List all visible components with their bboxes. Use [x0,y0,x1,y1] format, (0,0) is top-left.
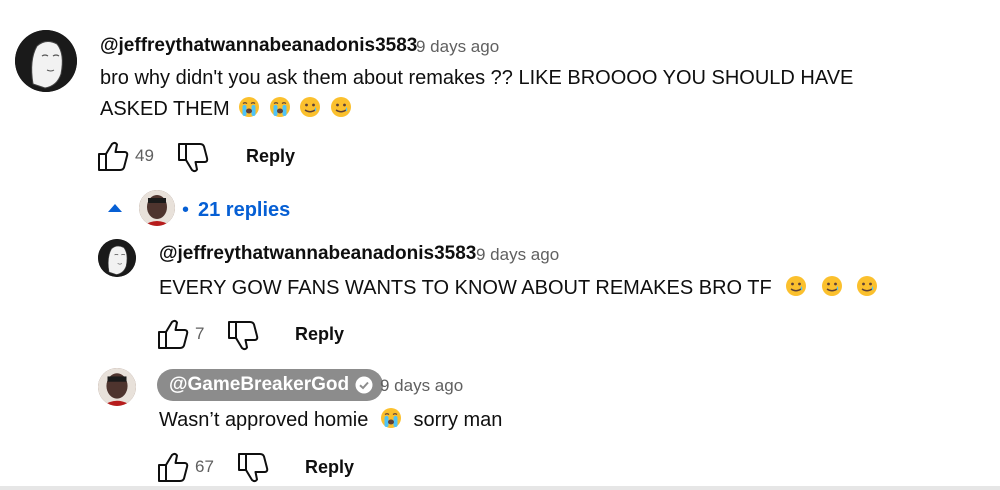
person-avatar-icon [98,368,136,406]
comment-author[interactable]: @jeffreythatwannabeanadonis3583 [100,35,417,57]
wojak-avatar-icon [98,239,136,277]
reply-timestamp[interactable]: 9 days ago [476,245,559,265]
reply-button[interactable]: Reply [295,324,344,345]
smiling-face-with-tear-emoji-icon [299,96,321,118]
separator-dot: • [182,199,190,221]
like-button[interactable] [156,451,190,483]
comment-text-line1: bro why didn't you ask them about remake… [100,67,854,89]
divider [0,486,1000,490]
replies-count-label: 21 replies [198,199,291,221]
dislike-button[interactable] [226,320,260,352]
reply-button[interactable]: Reply [305,457,354,478]
reply-timestamp[interactable]: 9 days ago [380,376,463,396]
like-count: 67 [195,457,214,476]
reply-author[interactable]: @jeffreythatwannabeanadonis3583 [159,243,476,265]
like-button[interactable] [96,140,130,172]
reply-text: Wasn’t approved homie sorry man [159,405,502,436]
reply-author: @GameBreakerGod [169,374,350,395]
smiling-face-with-tear-emoji-icon [821,275,843,297]
verified-check-icon [355,376,373,394]
like-button[interactable] [156,318,190,350]
dislike-button[interactable] [176,142,210,174]
smiling-face-with-tear-emoji-icon [856,275,878,297]
smiling-face-with-tear-emoji-icon [785,275,807,297]
reply-text-content: EVERY GOW FANS WANTS TO KNOW ABOUT REMAK… [159,277,772,299]
collapse-caret-icon [108,204,122,212]
dislike-button[interactable] [236,452,270,484]
creator-avatar [139,190,175,226]
reply-text: EVERY GOW FANS WANTS TO KNOW ABOUT REMAK… [159,273,878,304]
comment-timestamp[interactable]: 9 days ago [416,37,499,57]
crying-face-emoji-icon [238,96,260,118]
crying-face-emoji-icon [380,407,402,429]
replies-toggle[interactable]: • 21 replies [102,188,302,230]
avatar[interactable] [98,368,136,406]
comment-text: bro why didn't you ask them about remake… [100,63,853,125]
smiling-face-with-tear-emoji-icon [330,96,352,118]
like-count: 7 [195,324,205,343]
thumbs-down-icon [226,320,260,352]
comment-text-line2-wrap: ASKED THEM [100,94,853,125]
person-avatar-icon [139,190,175,226]
wojak-avatar-icon [15,30,77,92]
reply-text-before: Wasn’t approved homie [159,409,369,431]
comment-text-line2: ASKED THEM [100,98,230,120]
like-count: 49 [135,146,154,165]
avatar[interactable] [98,239,136,277]
thumbs-up-icon [156,318,190,350]
thumbs-up-icon [96,140,130,172]
reply-button[interactable]: Reply [246,146,295,167]
reply-text-after: sorry man [413,409,503,431]
channel-owner-badge[interactable]: @GameBreakerGod [157,369,384,401]
thumbs-down-icon [176,142,210,174]
thumbs-down-icon [236,452,270,484]
avatar[interactable] [15,30,77,92]
crying-face-emoji-icon [269,96,291,118]
thumbs-up-icon [156,451,190,483]
